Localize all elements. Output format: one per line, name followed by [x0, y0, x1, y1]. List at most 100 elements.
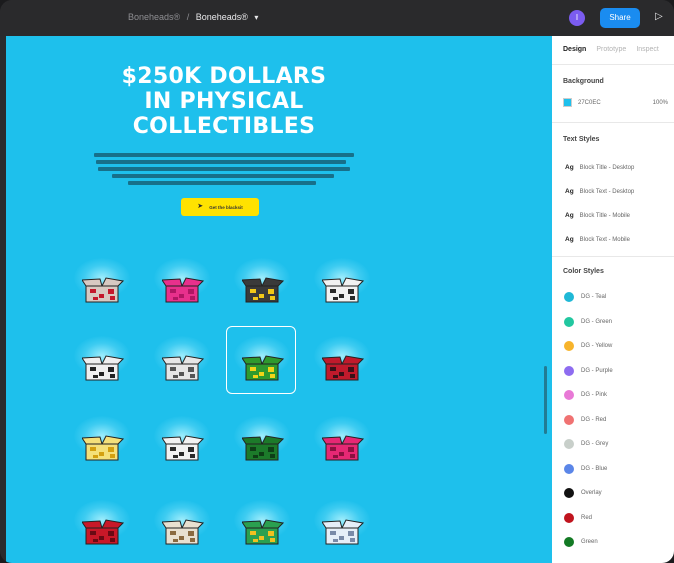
tab-design[interactable]: Design	[563, 46, 586, 53]
color-style-item[interactable]: Green	[564, 537, 598, 547]
background-hex[interactable]: 27C0EC	[578, 100, 601, 106]
color-style-label: DG - Red	[581, 416, 607, 423]
collectible-box[interactable]	[312, 258, 372, 318]
color-styles-heading: Color Styles	[563, 268, 604, 275]
divider	[552, 256, 674, 257]
background-heading: Background	[563, 78, 604, 85]
hero-title-line: IN PHYSICAL	[144, 89, 304, 114]
color-swatch	[564, 390, 574, 400]
color-swatch	[564, 414, 574, 425]
tab-inspect[interactable]: Inspect	[636, 46, 659, 53]
hero-title: $250K DOLLARS IN PHYSICAL COLLECTIBLES	[6, 64, 442, 139]
text-style-item[interactable]: Ag Block Title - Desktop	[565, 164, 634, 171]
top-toolbar: Boneheads® / Boneheads® ▾ I Share ▷	[0, 0, 674, 36]
box-illustration	[82, 519, 124, 545]
color-swatch	[564, 537, 574, 547]
avatar[interactable]: I	[569, 10, 585, 26]
hero-title-line: COLLECTIBLES	[132, 114, 316, 139]
breadcrumb-project[interactable]: Boneheads®	[128, 12, 180, 22]
collectible-box[interactable]	[72, 336, 132, 396]
collectible-box[interactable]	[72, 416, 132, 476]
divider	[552, 64, 674, 65]
color-style-label: DG - Teal	[581, 294, 607, 300]
box-illustration	[82, 355, 124, 381]
chevron-down-icon[interactable]: ▾	[254, 13, 258, 22]
color-style-label: DG - Green	[581, 318, 613, 325]
breadcrumb: Boneheads® / Boneheads® ▾	[128, 12, 258, 22]
box-illustration	[322, 519, 364, 545]
background-row[interactable]: 27C0EC 100%	[563, 98, 668, 107]
color-style-item[interactable]: DG - Yellow	[564, 341, 612, 351]
collectible-box[interactable]	[232, 500, 292, 560]
color-style-label: Overlay	[581, 490, 602, 496]
collectible-box[interactable]	[152, 258, 212, 318]
box-illustration	[322, 277, 364, 303]
collectible-box[interactable]	[232, 258, 292, 318]
canvas-scrollbar[interactable]	[544, 366, 547, 434]
design-canvas[interactable]: $250K DOLLARS IN PHYSICAL COLLECTIBLES ➤…	[6, 36, 552, 563]
color-style-item[interactable]: DG - Purple	[564, 365, 613, 376]
color-style-label: Green	[581, 539, 598, 545]
collectible-box[interactable]	[152, 416, 212, 476]
color-style-item[interactable]: DG - Red	[564, 414, 607, 425]
background-swatch[interactable]	[563, 98, 572, 107]
color-style-item[interactable]: DG - Teal	[564, 292, 606, 302]
panel-tabs: Design Prototype Inspect	[563, 46, 659, 53]
divider	[552, 122, 674, 123]
color-style-item[interactable]: DG - Blue	[564, 463, 608, 474]
hero-title-line: $250K DOLLARS	[121, 64, 327, 89]
box-illustration	[242, 435, 284, 461]
text-style-label: Block Text - Mobile	[579, 236, 630, 243]
share-button[interactable]: Share	[600, 8, 640, 28]
tab-prototype[interactable]: Prototype	[596, 46, 626, 53]
box-illustration	[162, 519, 204, 545]
box-illustration	[162, 277, 204, 303]
collectible-box[interactable]	[312, 336, 372, 396]
color-style-label: DG - Blue	[581, 465, 608, 472]
text-style-label: Block Title - Mobile	[579, 212, 631, 219]
hero-body-text	[92, 152, 356, 188]
color-style-label: DG - Grey	[581, 441, 609, 447]
color-style-label: Red	[581, 514, 593, 521]
cta-button[interactable]: ➤ Get the blacksit	[181, 198, 259, 216]
collectible-box[interactable]	[152, 500, 212, 560]
color-style-item[interactable]: DG - Grey	[564, 439, 608, 449]
box-illustration	[242, 519, 284, 545]
collectible-box[interactable]	[312, 416, 372, 476]
box-illustration	[82, 435, 124, 461]
box-illustration	[322, 355, 364, 381]
color-style-label: DG - Yellow	[581, 343, 613, 349]
collectible-box[interactable]	[312, 500, 372, 560]
text-style-item[interactable]: Ag Block Text - Desktop	[565, 188, 634, 195]
selection-outline	[226, 326, 296, 394]
box-illustration	[82, 277, 124, 303]
color-style-label: DG - Pink	[581, 392, 608, 398]
properties-panel: Design Prototype Inspect Background 27C0…	[552, 36, 674, 563]
collectible-box[interactable]	[72, 258, 132, 318]
background-opacity[interactable]: 100%	[653, 100, 668, 106]
box-illustration	[162, 435, 204, 461]
color-swatch	[564, 292, 574, 302]
app-window: Boneheads® / Boneheads® ▾ I Share ▷ $250…	[0, 0, 674, 563]
collectible-box[interactable]	[232, 416, 292, 476]
cta-label: Get the blacksit	[209, 204, 243, 210]
box-illustration	[322, 435, 364, 461]
collectible-box[interactable]	[152, 336, 212, 396]
collectible-box[interactable]	[72, 500, 132, 560]
text-style-glyph: Ag	[565, 164, 574, 171]
text-style-glyph: Ag	[565, 188, 574, 195]
color-style-item[interactable]: DG - Pink	[564, 390, 607, 400]
text-styles-heading: Text Styles	[563, 136, 600, 143]
text-style-item[interactable]: Ag Block Text - Mobile	[565, 236, 630, 243]
text-style-item[interactable]: Ag Block Title - Mobile	[565, 212, 630, 219]
play-icon[interactable]: ▷	[655, 11, 663, 22]
color-style-item[interactable]: Overlay	[564, 488, 602, 498]
color-style-item[interactable]: DG - Green	[564, 316, 613, 327]
breadcrumb-separator: /	[186, 12, 190, 22]
color-style-item[interactable]: Red	[564, 512, 593, 523]
color-swatch	[564, 488, 574, 498]
text-style-label: Block Title - Desktop	[579, 164, 635, 171]
breadcrumb-file[interactable]: Boneheads®	[196, 12, 248, 22]
color-swatch	[564, 463, 574, 474]
text-style-glyph: Ag	[565, 236, 574, 243]
